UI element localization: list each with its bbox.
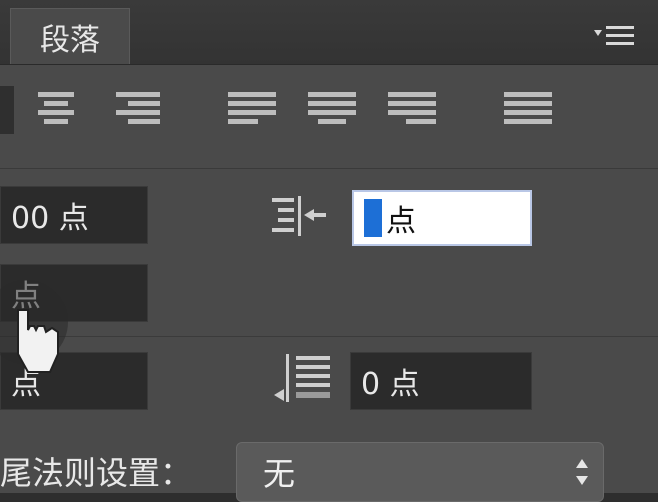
divider [0,336,658,337]
space-after-icon [274,354,330,402]
hand-cursor-icon [0,280,68,373]
justify-last-left-button[interactable] [228,86,276,134]
align-right-button[interactable] [112,86,160,134]
justify-all-button[interactable] [504,86,552,134]
justify-last-right-button[interactable] [388,86,436,134]
up-down-arrows-icon [576,459,588,485]
left-indent-field[interactable]: 00 点 [0,186,148,244]
justify-last-center-button[interactable] [308,86,356,134]
right-indent-icon [272,196,326,236]
align-right-icon [112,92,160,130]
right-indent-field[interactable]: 点 [352,190,532,246]
hyphenation-selected-value: 无 [263,455,296,493]
hyphenation-label: 尾法则设置： [0,454,193,492]
space-after-value: 0 点 [361,367,420,402]
tab-paragraph-label: 段落 [40,22,100,58]
justify-last-right-icon [388,92,436,130]
align-center-button[interactable] [32,86,80,134]
space-after-field[interactable]: 0 点 [350,352,532,410]
panel-menu-icon[interactable] [590,22,638,50]
tab-paragraph[interactable]: 段落 [10,8,130,64]
justify-last-left-icon [228,92,276,130]
left-indent-value: 00 点 [11,201,89,236]
hyphenation-select[interactable]: 无 [236,442,604,502]
justify-all-icon [504,92,552,130]
right-indent-value: 点 [386,204,416,239]
align-center-icon [32,92,80,130]
alignment-toolbar [0,64,658,169]
text-caret [364,199,382,237]
paragraph-panel: 段落 00 点 点 点 0 点 尾法则设置： 无 [0,0,658,502]
panel-titlebar: 段落 [0,0,658,65]
justify-last-center-icon [308,92,356,130]
align-left-button[interactable] [0,86,14,134]
